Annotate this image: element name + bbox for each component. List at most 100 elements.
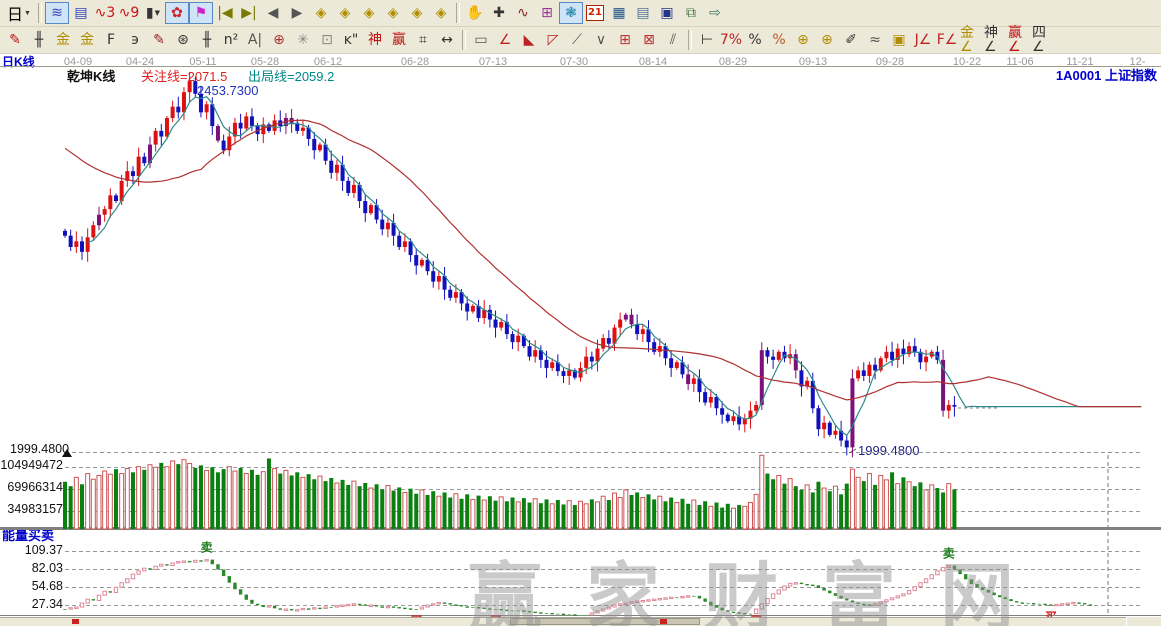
osc-bar-down <box>958 570 961 575</box>
diamond-right-icon[interactable]: ◈ <box>333 2 357 24</box>
rect-tool-icon[interactable]: ▭ <box>469 29 493 51</box>
info-panel-icon[interactable]: ▤ <box>69 2 93 24</box>
steps-9-icon[interactable]: ∿9 <box>117 2 141 24</box>
zigzag-tool-icon[interactable]: ∿ <box>511 2 535 24</box>
volume-bar-up <box>165 467 169 529</box>
brain-icon[interactable]: ❃ <box>559 2 583 24</box>
trend-lines-icon[interactable]: ⟋ <box>565 29 589 51</box>
brush-icon[interactable]: ✎ <box>3 29 27 51</box>
volume-bar-up <box>788 479 792 529</box>
volume-bar-up <box>482 500 486 529</box>
percent-icon[interactable]: % <box>743 29 767 51</box>
osc-bar-up <box>664 598 667 599</box>
ratio-icon[interactable]: ⊢ <box>695 29 719 51</box>
candle-body <box>188 81 192 92</box>
percent-strike-icon[interactable]: 7% <box>719 29 743 51</box>
first-page-icon[interactable]: |◀ <box>213 2 237 24</box>
steps-3-icon[interactable]: ∿3 <box>93 2 117 24</box>
export-icon[interactable]: ⇨ <box>703 2 727 24</box>
flag-icon[interactable]: ⚑ <box>189 2 213 24</box>
fence-f-icon[interactable]: F <box>99 29 123 51</box>
prev-page-icon[interactable]: ◀ <box>261 2 285 24</box>
diamond-shrink-icon: ◈ <box>436 6 447 20</box>
gold-circle-icon[interactable]: ⊕ <box>791 29 815 51</box>
angle-ying-icon[interactable]: 赢∠ <box>1007 29 1031 51</box>
osc-bar-up <box>630 602 633 603</box>
grid-123-icon[interactable]: ⌗ <box>411 29 435 51</box>
osc-bar-up <box>369 605 372 606</box>
angle-f-icon[interactable]: F∠ <box>935 29 959 51</box>
brush-fence-icon[interactable]: ✎ <box>147 29 171 51</box>
volume-bar-down <box>669 498 673 530</box>
notepad-icon[interactable]: ▤ <box>631 2 655 24</box>
width-arrows-icon[interactable]: ↔ <box>435 29 459 51</box>
grid-red-icon[interactable]: ⊞ <box>613 29 637 51</box>
crosshair-icon[interactable]: ✚ <box>487 2 511 24</box>
grid-arrow-icon[interactable]: ⊠ <box>637 29 661 51</box>
osc-bar-down <box>381 606 384 607</box>
pattern-red-icon[interactable]: ✿ <box>165 2 189 24</box>
diamond-4way-icon[interactable]: ◈ <box>405 2 429 24</box>
parallel-icon[interactable]: ⫽ <box>661 29 685 51</box>
osc-bar-down <box>550 613 553 614</box>
gold-box-icon[interactable]: ▣ <box>887 29 911 51</box>
diamond-compress-icon[interactable]: ◈ <box>381 2 405 24</box>
save-icon[interactable]: ▣ <box>655 2 679 24</box>
target-icon[interactable]: ⊕ <box>267 29 291 51</box>
calculator-icon[interactable]: ▦ <box>607 2 631 24</box>
n2-icon[interactable]: n² <box>219 29 243 51</box>
last-page-icon[interactable]: ▶| <box>237 2 261 24</box>
volume-bar-down <box>267 458 271 529</box>
copy-icon[interactable]: ⧉ <box>679 2 703 24</box>
fence-icon[interactable]: ╫ <box>27 29 51 51</box>
diamond-left-icon[interactable]: ◈ <box>309 2 333 24</box>
rays-icon[interactable]: ∠ <box>493 29 517 51</box>
fan-grid-icon[interactable]: ◸ <box>541 29 565 51</box>
candle-tool-icon[interactable]: ▮▼ <box>141 2 165 24</box>
volume-bar-up <box>658 496 662 529</box>
next-page-icon[interactable]: ▶ <box>285 2 309 24</box>
angle-si-icon[interactable]: 四∠ <box>1031 29 1055 51</box>
angle-gold-icon[interactable]: 金∠ <box>959 29 983 51</box>
period-selector[interactable]: 日▼ <box>3 2 35 24</box>
diamond-expand-icon[interactable]: ◈ <box>357 2 381 24</box>
shen-icon[interactable]: 神 <box>363 29 387 51</box>
grid-purple-icon[interactable]: ⊞ <box>535 2 559 24</box>
hand-tool-icon[interactable]: ✋ <box>463 2 487 24</box>
candle-body <box>108 195 112 209</box>
diamond-shrink-icon[interactable]: ◈ <box>429 2 453 24</box>
asterisk-icon[interactable]: ✳ <box>291 29 315 51</box>
fan-icon[interactable]: ◣ <box>517 29 541 51</box>
fence-gold2-icon[interactable]: 金 <box>75 29 99 51</box>
last-page-icon: ▶| <box>241 6 256 20</box>
circle-curl-icon[interactable]: ⊛ <box>171 29 195 51</box>
volume-bar-down <box>607 500 611 529</box>
pen-bar-icon[interactable]: ✐ <box>839 29 863 51</box>
angle-j-icon[interactable]: J∠ <box>911 29 935 51</box>
fence-gold-icon[interactable]: 金 <box>51 29 75 51</box>
volume-bar-down <box>256 475 260 529</box>
k-quote-icon[interactable]: ĸ" <box>339 29 363 51</box>
osc-bar-down <box>817 585 820 588</box>
bottom-scrollbar-thumb[interactable] <box>510 618 700 625</box>
pattern-search-icon[interactable]: ≋ <box>45 2 69 24</box>
angle-shen-icon[interactable]: 神∠ <box>983 29 1007 51</box>
candle-body <box>165 118 169 137</box>
osc-flat-dash <box>471 607 474 608</box>
a-line-icon[interactable]: A| <box>243 29 267 51</box>
scrollbar-corner <box>1126 617 1161 626</box>
percent-lines-icon[interactable]: % <box>767 29 791 51</box>
zigzag-v-icon[interactable]: ∨ <box>589 29 613 51</box>
volume-bar-up <box>743 506 747 529</box>
calendar-icon[interactable]: 21 <box>586 5 604 21</box>
fence-curl-icon[interactable]: ϶ <box>123 29 147 51</box>
gold-circle2-icon[interactable]: ⊕ <box>815 29 839 51</box>
k-quote-icon: ĸ" <box>344 33 359 47</box>
target-box-icon[interactable]: ⊡ <box>315 29 339 51</box>
volume-bar-down <box>290 475 294 529</box>
fence2-icon[interactable]: ╫ <box>195 29 219 51</box>
candle-body <box>816 408 820 429</box>
volume-bar-down <box>828 491 832 529</box>
ying-icon[interactable]: 赢 <box>387 29 411 51</box>
wave-a-icon[interactable]: ≈ <box>863 29 887 51</box>
